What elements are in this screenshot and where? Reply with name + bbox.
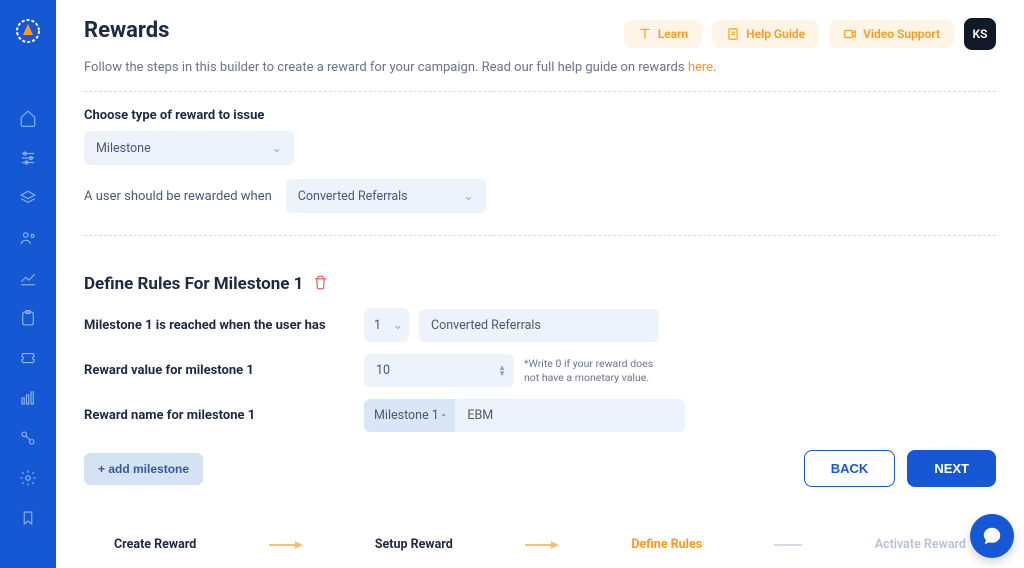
app-logo bbox=[11, 14, 45, 48]
nav-layers-icon[interactable] bbox=[8, 180, 48, 216]
milestone-name-prefix: Milestone 1 - bbox=[364, 399, 455, 432]
milestone-name-row: Reward name for milestone 1 Milestone 1 … bbox=[84, 399, 996, 432]
sidebar bbox=[0, 0, 56, 568]
intro-text: Follow the steps in this builder to crea… bbox=[84, 60, 996, 75]
step-define-rules: Define Rules bbox=[631, 537, 702, 552]
help-guide-link[interactable]: here bbox=[688, 60, 713, 75]
video-icon bbox=[843, 27, 857, 41]
reward-when-field: A user should be rewarded when Converted… bbox=[84, 179, 996, 213]
delete-milestone-button[interactable] bbox=[313, 275, 328, 294]
nav-chart-icon[interactable] bbox=[8, 380, 48, 416]
add-milestone-button[interactable]: + add milestone bbox=[84, 453, 203, 485]
nav-gear-icon[interactable] bbox=[8, 460, 48, 496]
learn-button[interactable]: Learn bbox=[624, 20, 702, 48]
page-title: Rewards bbox=[84, 18, 169, 43]
arrow-icon bbox=[525, 535, 559, 554]
chat-icon bbox=[981, 525, 1003, 547]
reward-type-select[interactable]: Milestone ⌄ bbox=[84, 131, 294, 165]
milestone-section-header: Define Rules For Milestone 1 bbox=[84, 274, 996, 294]
top-bar: Rewards Learn Help Guide Video Support K… bbox=[84, 18, 996, 50]
reward-type-field: Choose type of reward to issue Milestone… bbox=[84, 108, 996, 165]
milestone-value-row: Reward value for milestone 1 10 ▲▼ *Writ… bbox=[84, 354, 996, 387]
back-button[interactable]: BACK bbox=[804, 450, 896, 487]
nav-analytics-icon[interactable] bbox=[8, 260, 48, 296]
step-create-reward: Create Reward bbox=[114, 537, 196, 552]
actions-row: + add milestone BACK NEXT bbox=[84, 450, 996, 487]
progress-stepper: Create Reward Setup Reward Define Rules … bbox=[84, 523, 996, 554]
main-content: Rewards Learn Help Guide Video Support K… bbox=[56, 0, 1024, 568]
milestone-value-input[interactable]: 10 ▲▼ bbox=[364, 354, 514, 387]
nav-settings-sliders-icon[interactable] bbox=[8, 140, 48, 176]
step-activate-reward: Activate Reward bbox=[875, 537, 966, 552]
chat-fab[interactable] bbox=[970, 514, 1014, 558]
nav-integrations-icon[interactable] bbox=[8, 420, 48, 456]
user-avatar[interactable]: KS bbox=[964, 18, 996, 50]
number-stepper-icon[interactable]: ▲▼ bbox=[498, 365, 506, 377]
document-icon bbox=[726, 27, 740, 41]
trash-icon bbox=[313, 275, 328, 290]
divider bbox=[84, 235, 996, 236]
milestone-name-input[interactable]: EBM bbox=[455, 399, 685, 432]
arrow-icon bbox=[269, 535, 303, 554]
nav-home-icon[interactable] bbox=[8, 100, 48, 136]
reward-type-label: Choose type of reward to issue bbox=[84, 108, 996, 123]
milestone-value-label: Reward value for milestone 1 bbox=[84, 363, 364, 378]
milestone-section-title: Define Rules For Milestone 1 bbox=[84, 274, 303, 294]
nav-ticket-icon[interactable] bbox=[8, 340, 48, 376]
step-setup-reward: Setup Reward bbox=[375, 537, 453, 552]
milestone-reach-label: Milestone 1 is reached when the user has bbox=[84, 318, 364, 333]
nav-bookmark-icon[interactable] bbox=[8, 500, 48, 536]
milestone-count-select[interactable]: 1 ⌄ bbox=[364, 308, 409, 342]
reward-when-select[interactable]: Converted Referrals ⌄ bbox=[286, 179, 486, 213]
nav-users-icon[interactable] bbox=[8, 220, 48, 256]
milestone-name-input-group: Milestone 1 - EBM bbox=[364, 399, 685, 432]
milestone-metric-display: Converted Referrals bbox=[419, 309, 659, 342]
book-icon bbox=[638, 27, 652, 41]
milestone-reach-row: Milestone 1 is reached when the user has… bbox=[84, 308, 996, 342]
reward-when-label: A user should be rewarded when bbox=[84, 189, 272, 204]
chevron-down-icon: ⌄ bbox=[272, 140, 282, 156]
nav-buttons: BACK NEXT bbox=[804, 450, 996, 487]
nav-clipboard-icon[interactable] bbox=[8, 300, 48, 336]
help-guide-button[interactable]: Help Guide bbox=[712, 20, 819, 48]
top-actions: Learn Help Guide Video Support KS bbox=[624, 18, 996, 50]
divider bbox=[84, 91, 996, 92]
chevron-down-icon: ⌄ bbox=[393, 317, 403, 333]
milestone-name-label: Reward name for milestone 1 bbox=[84, 408, 364, 423]
milestone-value-hint: *Write 0 if your reward does not have a … bbox=[524, 357, 664, 384]
chevron-down-icon: ⌄ bbox=[463, 188, 473, 204]
next-button[interactable]: NEXT bbox=[907, 450, 996, 487]
video-support-button[interactable]: Video Support bbox=[829, 20, 954, 48]
step-dash bbox=[774, 544, 802, 546]
